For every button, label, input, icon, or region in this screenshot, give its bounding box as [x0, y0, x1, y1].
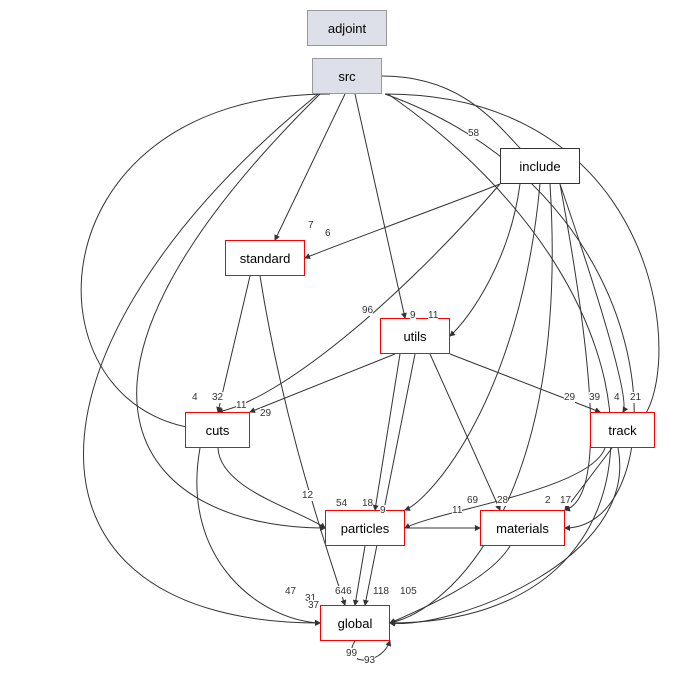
cuts-label: cuts	[206, 423, 230, 438]
label-646: 646	[335, 586, 352, 597]
label-11: 11	[428, 310, 438, 321]
track-label: track	[608, 423, 636, 438]
label-29b: 29	[564, 392, 575, 403]
label-37: 37	[308, 600, 319, 611]
label-39: 39	[589, 392, 600, 403]
global-label: global	[338, 616, 373, 631]
label-2: 2	[545, 495, 551, 506]
label-93: 93	[364, 655, 375, 666]
adjoint-label: adjoint	[328, 21, 366, 36]
track-node[interactable]: track	[590, 412, 655, 448]
label-69: 69	[467, 495, 478, 506]
standard-node[interactable]: standard	[225, 240, 305, 276]
label-58: 58	[468, 128, 479, 139]
label-6: 6	[325, 228, 331, 239]
materials-node[interactable]: materials	[480, 510, 565, 546]
materials-label: materials	[496, 521, 549, 536]
label-17: 17	[560, 495, 571, 506]
label-28: 28	[497, 495, 508, 506]
label-11b: 11	[236, 400, 246, 411]
adjoint-node[interactable]: adjoint	[307, 10, 387, 46]
utils-label: utils	[403, 329, 426, 344]
label-9b: 9	[380, 505, 386, 516]
label-118: 118	[373, 586, 389, 597]
include-node[interactable]: include	[500, 148, 580, 184]
label-4b: 4	[614, 392, 620, 403]
utils-node[interactable]: utils	[380, 318, 450, 354]
label-4: 4	[192, 392, 198, 403]
label-96: 96	[362, 305, 373, 316]
label-11c: 11	[452, 505, 462, 516]
label-99: 99	[346, 648, 357, 659]
global-node[interactable]: global	[320, 605, 390, 641]
label-21: 21	[630, 392, 641, 403]
label-7: 7	[308, 220, 314, 231]
src-node[interactable]: src	[312, 58, 382, 94]
label-54: 54	[336, 498, 347, 509]
graph-container: adjoint src include standard utils cuts …	[0, 0, 694, 681]
label-12: 12	[302, 490, 313, 501]
include-label: include	[519, 159, 560, 174]
label-9: 9	[410, 310, 416, 321]
label-105: 105	[400, 586, 417, 597]
src-label: src	[338, 69, 355, 84]
label-18: 18	[362, 498, 373, 509]
standard-label: standard	[240, 251, 291, 266]
label-32: 32	[212, 392, 223, 403]
particles-node[interactable]: particles	[325, 510, 405, 546]
cuts-node[interactable]: cuts	[185, 412, 250, 448]
graph-svg	[0, 0, 694, 681]
particles-label: particles	[341, 521, 389, 536]
label-29: 29	[260, 408, 271, 419]
label-47: 47	[285, 586, 296, 597]
